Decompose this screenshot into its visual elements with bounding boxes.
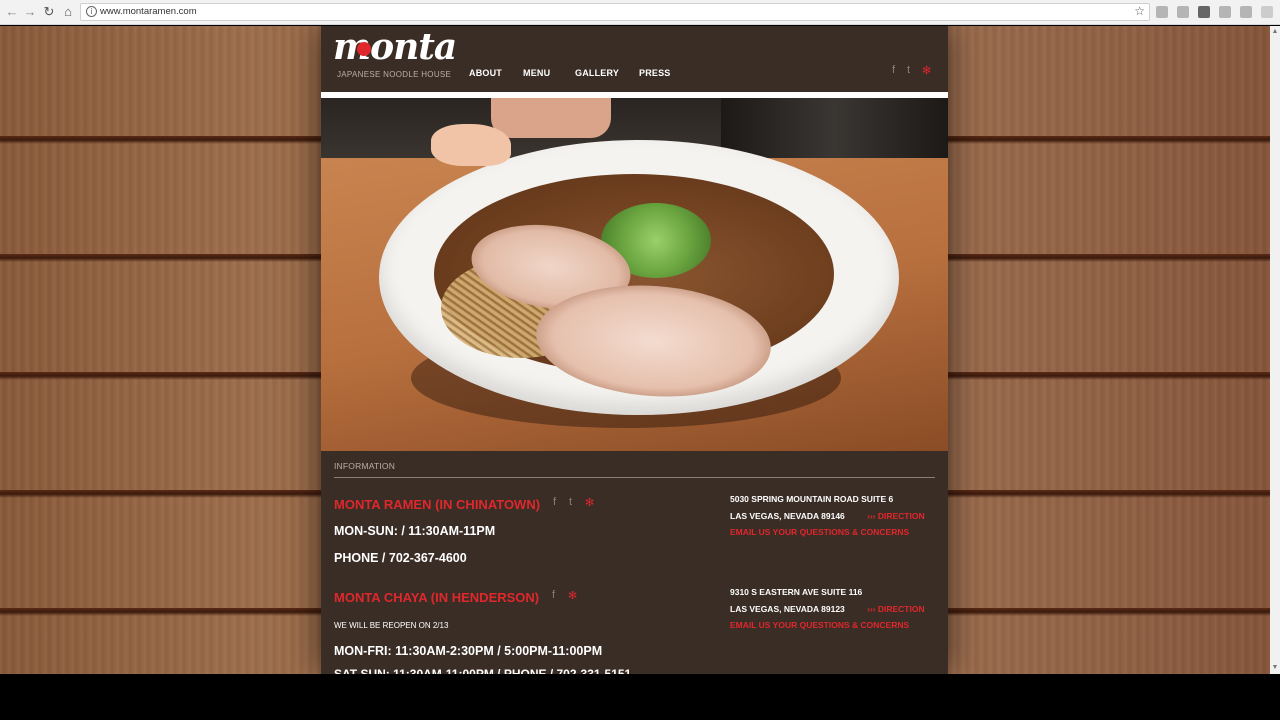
hand [431, 124, 511, 166]
site-header: monta JAPANESE NOODLE HOUSE ABOUT MENU G… [321, 26, 948, 92]
extension-icon[interactable] [1177, 6, 1189, 18]
bookmark-star-icon[interactable]: ☆ [1134, 4, 1145, 18]
address-bar[interactable]: i www.montaramen.com ☆ [80, 3, 1150, 21]
scroll-up-icon[interactable]: ▲ [1271, 28, 1279, 36]
hours-chinatown: MON-SUN: / 11:30AM-11PM [334, 524, 496, 538]
email-link-henderson[interactable]: EMAIL US YOUR QUESTIONS & CONCERNS [730, 620, 909, 630]
site-container: monta JAPANESE NOODLE HOUSE ABOUT MENU G… [321, 26, 948, 674]
twitter-icon[interactable]: t [907, 64, 910, 76]
nav-press[interactable]: PRESS [639, 68, 671, 78]
section-divider [334, 477, 935, 478]
menu-icon[interactable] [1261, 6, 1273, 18]
logo-wordmark: monta [333, 26, 457, 68]
arm [491, 98, 611, 138]
email-link-chinatown[interactable]: EMAIL US YOUR QUESTIONS & CONCERNS [730, 527, 909, 537]
section-title-information: INFORMATION [334, 461, 396, 471]
address-line2-chinatown: LAS VEGAS, NEVADA 89146 [730, 511, 845, 521]
twitter-icon[interactable]: t [569, 496, 572, 508]
yelp-icon[interactable]: ✻ [922, 64, 931, 77]
direction-link-henderson[interactable]: ››› DIRECTION [867, 604, 925, 614]
yelp-icon[interactable]: ✻ [568, 589, 577, 602]
forward-icon[interactable]: → [22, 4, 38, 20]
hero-ramen-photo [321, 98, 948, 451]
location-title-chinatown[interactable]: MONTA RAMEN (IN CHINATOWN) [334, 497, 540, 512]
page-viewport: monta JAPANESE NOODLE HOUSE ABOUT MENU G… [0, 26, 1270, 674]
reopen-notice: WE WILL BE REOPEN ON 2/13 [334, 621, 449, 630]
browser-toolbar: ← → ↻ ⌂ i www.montaramen.com ☆ [0, 0, 1280, 25]
monta-logo[interactable]: monta JAPANESE NOODLE HOUSE [333, 26, 457, 85]
reload-icon[interactable]: ↻ [41, 4, 57, 20]
nav-gallery[interactable]: GALLERY [575, 68, 619, 78]
nav-menu[interactable]: MENU [523, 68, 550, 78]
facebook-icon[interactable]: f [552, 589, 555, 601]
phone-chinatown: PHONE / 702-367-4600 [334, 551, 467, 565]
nav-about[interactable]: ABOUT [469, 68, 502, 78]
facebook-icon[interactable]: f [553, 496, 556, 508]
facebook-icon[interactable]: f [892, 64, 895, 76]
extension-icon[interactable] [1156, 6, 1168, 18]
extension-icon[interactable] [1219, 6, 1231, 18]
address-line2-henderson: LAS VEGAS, NEVADA 89123 [730, 604, 845, 614]
url-text[interactable]: www.montaramen.com [100, 6, 197, 17]
hours-henderson: MON-FRI: 11:30AM-2:30PM / 5:00PM-11:00PM [334, 644, 603, 658]
hours-weekend-henderson: SAT-SUN: 11:30AM-11:00PM / PHONE / 702-3… [334, 667, 632, 674]
logo-red-dot [357, 42, 371, 56]
location-title-henderson[interactable]: MONTA CHAYA (IN HENDERSON) [334, 590, 539, 605]
yelp-icon[interactable]: ✻ [585, 496, 594, 509]
back-icon[interactable]: ← [4, 4, 20, 20]
vertical-scrollbar[interactable]: ▲ ▼ [1270, 26, 1280, 674]
letterbox-bar [0, 674, 1280, 720]
home-icon[interactable]: ⌂ [60, 4, 76, 20]
site-info-icon[interactable]: i [86, 6, 97, 17]
address-line1-henderson: 9310 S EASTERN AVE SUITE 116 [730, 587, 863, 597]
address-line1-chinatown: 5030 SPRING MOUNTAIN ROAD SUITE 6 [730, 494, 894, 504]
direction-link-chinatown[interactable]: ››› DIRECTION [867, 511, 925, 521]
scroll-down-icon[interactable]: ▼ [1271, 664, 1279, 672]
extension-icon[interactable] [1240, 6, 1252, 18]
logo-subtitle: JAPANESE NOODLE HOUSE [337, 70, 452, 79]
extension-icon[interactable] [1198, 6, 1210, 18]
